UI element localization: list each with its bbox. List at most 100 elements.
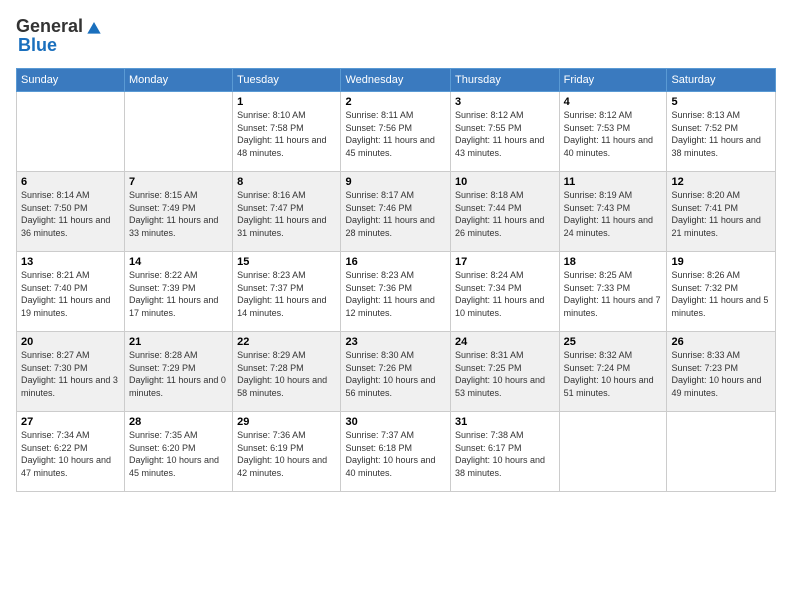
calendar-day-cell: 3Sunrise: 8:12 AM Sunset: 7:55 PM Daylig… [450, 92, 559, 172]
day-info: Sunrise: 7:37 AM Sunset: 6:18 PM Dayligh… [345, 429, 446, 479]
calendar-day-cell: 14Sunrise: 8:22 AM Sunset: 7:39 PM Dayli… [125, 252, 233, 332]
logo-blue-part: Blue [16, 35, 57, 56]
calendar-day-cell: 26Sunrise: 8:33 AM Sunset: 7:23 PM Dayli… [667, 332, 776, 412]
calendar-day-cell: 24Sunrise: 8:31 AM Sunset: 7:25 PM Dayli… [450, 332, 559, 412]
calendar-day-cell: 10Sunrise: 8:18 AM Sunset: 7:44 PM Dayli… [450, 172, 559, 252]
calendar-day-cell: 18Sunrise: 8:25 AM Sunset: 7:33 PM Dayli… [559, 252, 667, 332]
day-number: 10 [455, 176, 555, 188]
day-info: Sunrise: 8:13 AM Sunset: 7:52 PM Dayligh… [671, 109, 771, 159]
day-number: 25 [564, 336, 663, 348]
day-number: 28 [129, 416, 228, 428]
day-number: 31 [455, 416, 555, 428]
day-info: Sunrise: 7:36 AM Sunset: 6:19 PM Dayligh… [237, 429, 336, 479]
day-info: Sunrise: 8:20 AM Sunset: 7:41 PM Dayligh… [671, 189, 771, 239]
day-number: 3 [455, 96, 555, 108]
day-info: Sunrise: 8:23 AM Sunset: 7:36 PM Dayligh… [345, 269, 446, 319]
day-number: 13 [21, 256, 120, 268]
calendar-day-cell [17, 92, 125, 172]
calendar-week-row: 27Sunrise: 7:34 AM Sunset: 6:22 PM Dayli… [17, 412, 776, 492]
day-number: 16 [345, 256, 446, 268]
day-info: Sunrise: 8:25 AM Sunset: 7:33 PM Dayligh… [564, 269, 663, 319]
day-number: 14 [129, 256, 228, 268]
day-number: 15 [237, 256, 336, 268]
day-info: Sunrise: 8:30 AM Sunset: 7:26 PM Dayligh… [345, 349, 446, 399]
day-number: 18 [564, 256, 663, 268]
day-number: 8 [237, 176, 336, 188]
day-number: 6 [21, 176, 120, 188]
calendar-day-cell: 15Sunrise: 8:23 AM Sunset: 7:37 PM Dayli… [233, 252, 341, 332]
day-number: 24 [455, 336, 555, 348]
calendar-day-cell: 5Sunrise: 8:13 AM Sunset: 7:52 PM Daylig… [667, 92, 776, 172]
day-number: 9 [345, 176, 446, 188]
calendar-day-cell: 19Sunrise: 8:26 AM Sunset: 7:32 PM Dayli… [667, 252, 776, 332]
day-info: Sunrise: 7:35 AM Sunset: 6:20 PM Dayligh… [129, 429, 228, 479]
day-info: Sunrise: 8:23 AM Sunset: 7:37 PM Dayligh… [237, 269, 336, 319]
day-number: 7 [129, 176, 228, 188]
calendar-day-cell: 7Sunrise: 8:15 AM Sunset: 7:49 PM Daylig… [125, 172, 233, 252]
calendar-day-cell: 31Sunrise: 7:38 AM Sunset: 6:17 PM Dayli… [450, 412, 559, 492]
calendar-day-cell: 8Sunrise: 8:16 AM Sunset: 7:47 PM Daylig… [233, 172, 341, 252]
logo: General Blue [16, 16, 105, 56]
calendar-day-cell: 9Sunrise: 8:17 AM Sunset: 7:46 PM Daylig… [341, 172, 451, 252]
day-info: Sunrise: 7:34 AM Sunset: 6:22 PM Dayligh… [21, 429, 120, 479]
day-number: 11 [564, 176, 663, 188]
day-info: Sunrise: 7:38 AM Sunset: 6:17 PM Dayligh… [455, 429, 555, 479]
day-number: 30 [345, 416, 446, 428]
calendar-day-cell: 6Sunrise: 8:14 AM Sunset: 7:50 PM Daylig… [17, 172, 125, 252]
day-number: 12 [671, 176, 771, 188]
day-info: Sunrise: 8:22 AM Sunset: 7:39 PM Dayligh… [129, 269, 228, 319]
day-number: 23 [345, 336, 446, 348]
logo-triangle-icon [84, 17, 104, 37]
calendar-week-row: 6Sunrise: 8:14 AM Sunset: 7:50 PM Daylig… [17, 172, 776, 252]
calendar-weekday-header: Thursday [450, 69, 559, 92]
day-info: Sunrise: 8:10 AM Sunset: 7:58 PM Dayligh… [237, 109, 336, 159]
calendar-week-row: 1Sunrise: 8:10 AM Sunset: 7:58 PM Daylig… [17, 92, 776, 172]
calendar-weekday-header: Monday [125, 69, 233, 92]
day-info: Sunrise: 8:33 AM Sunset: 7:23 PM Dayligh… [671, 349, 771, 399]
day-number: 29 [237, 416, 336, 428]
calendar-day-cell [559, 412, 667, 492]
calendar-day-cell: 13Sunrise: 8:21 AM Sunset: 7:40 PM Dayli… [17, 252, 125, 332]
day-info: Sunrise: 8:17 AM Sunset: 7:46 PM Dayligh… [345, 189, 446, 239]
day-info: Sunrise: 8:15 AM Sunset: 7:49 PM Dayligh… [129, 189, 228, 239]
calendar-day-cell: 12Sunrise: 8:20 AM Sunset: 7:41 PM Dayli… [667, 172, 776, 252]
day-number: 20 [21, 336, 120, 348]
calendar-day-cell: 16Sunrise: 8:23 AM Sunset: 7:36 PM Dayli… [341, 252, 451, 332]
day-info: Sunrise: 8:26 AM Sunset: 7:32 PM Dayligh… [671, 269, 771, 319]
calendar-day-cell: 25Sunrise: 8:32 AM Sunset: 7:24 PM Dayli… [559, 332, 667, 412]
calendar-header-row: SundayMondayTuesdayWednesdayThursdayFrid… [17, 69, 776, 92]
calendar-day-cell: 27Sunrise: 7:34 AM Sunset: 6:22 PM Dayli… [17, 412, 125, 492]
logo-general-part: General [16, 16, 83, 37]
day-info: Sunrise: 8:21 AM Sunset: 7:40 PM Dayligh… [21, 269, 120, 319]
calendar-day-cell [125, 92, 233, 172]
page: General Blue SundayMondayTuesdayWednesda… [0, 0, 792, 612]
header: General Blue [16, 16, 776, 56]
day-number: 5 [671, 96, 771, 108]
day-info: Sunrise: 8:31 AM Sunset: 7:25 PM Dayligh… [455, 349, 555, 399]
day-number: 21 [129, 336, 228, 348]
day-number: 2 [345, 96, 446, 108]
calendar-day-cell: 2Sunrise: 8:11 AM Sunset: 7:56 PM Daylig… [341, 92, 451, 172]
calendar-day-cell [667, 412, 776, 492]
day-info: Sunrise: 8:28 AM Sunset: 7:29 PM Dayligh… [129, 349, 228, 399]
day-number: 1 [237, 96, 336, 108]
calendar-day-cell: 17Sunrise: 8:24 AM Sunset: 7:34 PM Dayli… [450, 252, 559, 332]
day-number: 17 [455, 256, 555, 268]
calendar-day-cell: 30Sunrise: 7:37 AM Sunset: 6:18 PM Dayli… [341, 412, 451, 492]
day-info: Sunrise: 8:24 AM Sunset: 7:34 PM Dayligh… [455, 269, 555, 319]
calendar-day-cell: 1Sunrise: 8:10 AM Sunset: 7:58 PM Daylig… [233, 92, 341, 172]
calendar-weekday-header: Wednesday [341, 69, 451, 92]
calendar-weekday-header: Saturday [667, 69, 776, 92]
calendar-day-cell: 21Sunrise: 8:28 AM Sunset: 7:29 PM Dayli… [125, 332, 233, 412]
calendar-day-cell: 29Sunrise: 7:36 AM Sunset: 6:19 PM Dayli… [233, 412, 341, 492]
calendar-weekday-header: Friday [559, 69, 667, 92]
day-info: Sunrise: 8:12 AM Sunset: 7:53 PM Dayligh… [564, 109, 663, 159]
day-number: 27 [21, 416, 120, 428]
day-info: Sunrise: 8:27 AM Sunset: 7:30 PM Dayligh… [21, 349, 120, 399]
calendar-table: SundayMondayTuesdayWednesdayThursdayFrid… [16, 68, 776, 492]
calendar-day-cell: 20Sunrise: 8:27 AM Sunset: 7:30 PM Dayli… [17, 332, 125, 412]
day-info: Sunrise: 8:16 AM Sunset: 7:47 PM Dayligh… [237, 189, 336, 239]
calendar-week-row: 13Sunrise: 8:21 AM Sunset: 7:40 PM Dayli… [17, 252, 776, 332]
day-info: Sunrise: 8:14 AM Sunset: 7:50 PM Dayligh… [21, 189, 120, 239]
calendar-day-cell: 23Sunrise: 8:30 AM Sunset: 7:26 PM Dayli… [341, 332, 451, 412]
